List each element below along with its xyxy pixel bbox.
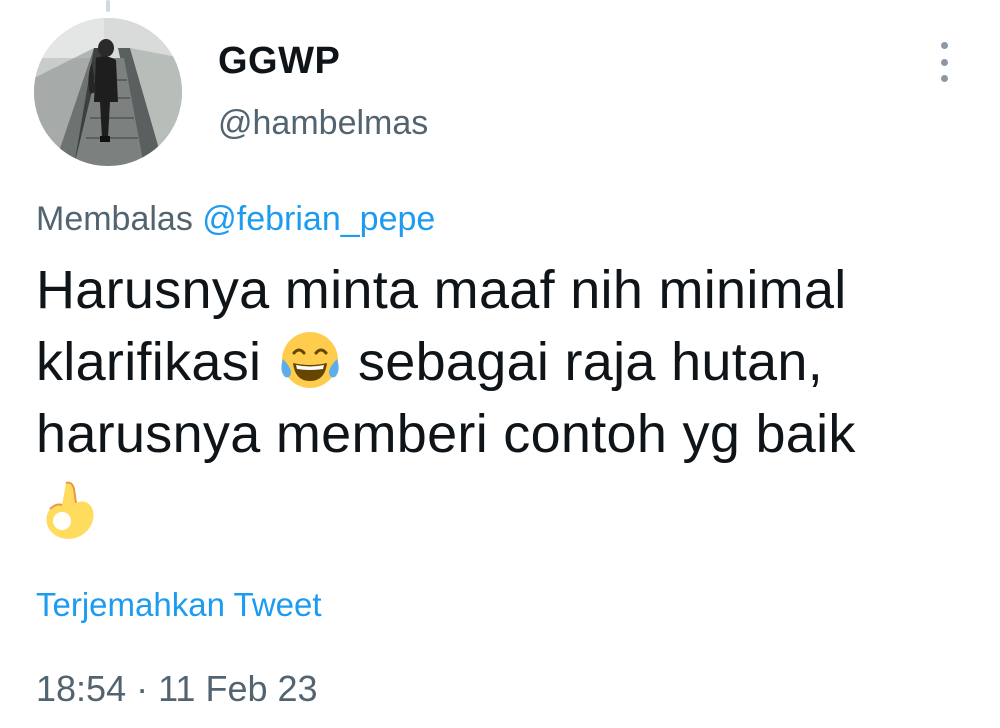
author-handle[interactable]: @hambelmas [218, 104, 428, 143]
more-vertical-icon [940, 42, 948, 49]
avatar[interactable] [34, 18, 182, 166]
tweet-text-line-3: harusnya memberi contoh yg baik [36, 404, 856, 464]
tweet-text: Harusnya minta maaf nih minimal klarifik… [36, 254, 976, 542]
tweet-text-segment: klarifikasi [36, 332, 277, 392]
tweet-text-segment-2: sebagai raja hutan, [342, 332, 824, 392]
face-with-tears-of-joy-emoji-icon [277, 327, 343, 393]
thread-connector-line [106, 0, 110, 12]
tweet-timestamp[interactable]: 18:54 · 11 Feb 23 [36, 668, 318, 710]
replying-to-prefix: Membalas [36, 200, 203, 238]
more-vertical-icon-dot-3 [940, 75, 948, 82]
tweet-text-line-4 [36, 470, 976, 542]
replying-to-handle-link[interactable]: @febrian_pepe [202, 200, 435, 238]
tweet-text-line-2: klarifikasi sebagai raja hutan, [36, 326, 976, 398]
more-vertical-icon-dot-2 [940, 58, 948, 66]
tweet-card: GGWP @hambelmas Membalas @febrian_pepe H… [0, 0, 1000, 728]
profile-photo-escalator-icon [34, 18, 182, 166]
translate-tweet-link[interactable]: Terjemahkan Tweet [36, 586, 322, 624]
more-options-button[interactable] [926, 38, 962, 86]
replying-to-line: Membalas @febrian_pepe [36, 200, 435, 239]
ok-hand-emoji-icon [36, 477, 102, 543]
tweet-text-line-1: Harusnya minta maaf nih minimal [36, 260, 847, 320]
author-display-name[interactable]: GGWP [218, 40, 340, 83]
